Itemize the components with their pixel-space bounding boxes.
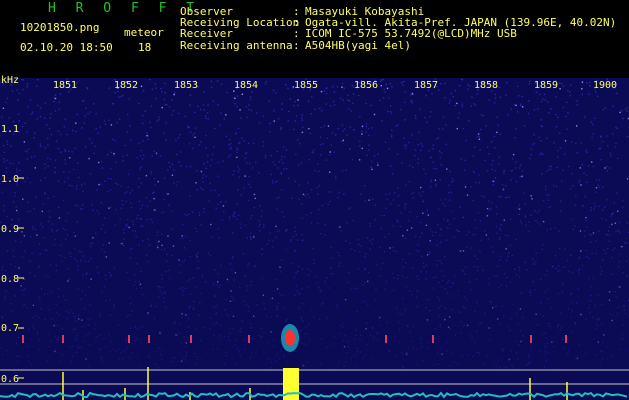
info-receiver-value: ICOM IC-575 53.7492(@LCD)MHz USB: [305, 27, 517, 40]
info-receiver-key: Receiver: [180, 27, 233, 40]
x-tick-label-1852: 1852: [113, 80, 139, 91]
meteor-ping: [22, 335, 24, 343]
spectrogram-background: [0, 78, 629, 400]
meteor-ping: [62, 335, 64, 343]
meteor-ping: [248, 335, 250, 343]
y-tick-label-1.0: 1.0: [1, 174, 20, 185]
info-antenna-key: Receiving antenna: [180, 39, 293, 52]
info-antenna-value: A504HB(yagi 4el): [305, 39, 411, 52]
y-tick-label-0.7: 0.7: [1, 323, 20, 334]
meteor-ping: [565, 335, 567, 343]
file-name: 10201850.png: [20, 21, 100, 34]
meteor-ping: [432, 335, 434, 343]
app-title: H R O F F T: [48, 1, 201, 16]
meteor-ping: [148, 335, 150, 343]
x-tick-label-1851: 1851: [52, 80, 78, 91]
meteor-ping: [385, 335, 387, 343]
x-tick-label-1854: 1854: [233, 80, 259, 91]
x-tick-label-1900: 1900: [592, 80, 618, 91]
x-tick-label-1856: 1856: [353, 80, 379, 91]
spectrogram-plot: [0, 78, 629, 400]
y-tick-label-1.1: 1.1: [1, 124, 20, 135]
y-tick-label-0.9: 0.9: [1, 224, 20, 235]
meteor-ping: [530, 335, 532, 343]
meteor-echo-core: [285, 330, 295, 346]
y-tick-label-0.8: 0.8: [1, 274, 20, 285]
y-tick-label-0.6: 0.6: [1, 374, 20, 385]
meteor-label: meteor: [124, 26, 164, 39]
y-axis-unit: kHz: [1, 75, 20, 86]
timestamp: 02.10.20 18:50: [20, 41, 113, 54]
x-tick-label-1858: 1858: [473, 80, 499, 91]
x-tick-label-1859: 1859: [533, 80, 559, 91]
info-receiver-sep: :: [293, 27, 300, 40]
x-tick-label-1857: 1857: [413, 80, 439, 91]
meteor-ping: [128, 335, 130, 343]
x-tick-label-1853: 1853: [173, 80, 199, 91]
meteor-count: 18: [138, 41, 152, 54]
meteor-ping: [190, 335, 192, 343]
info-antenna-sep: :: [293, 39, 300, 52]
x-tick-label-1855: 1855: [293, 80, 319, 91]
